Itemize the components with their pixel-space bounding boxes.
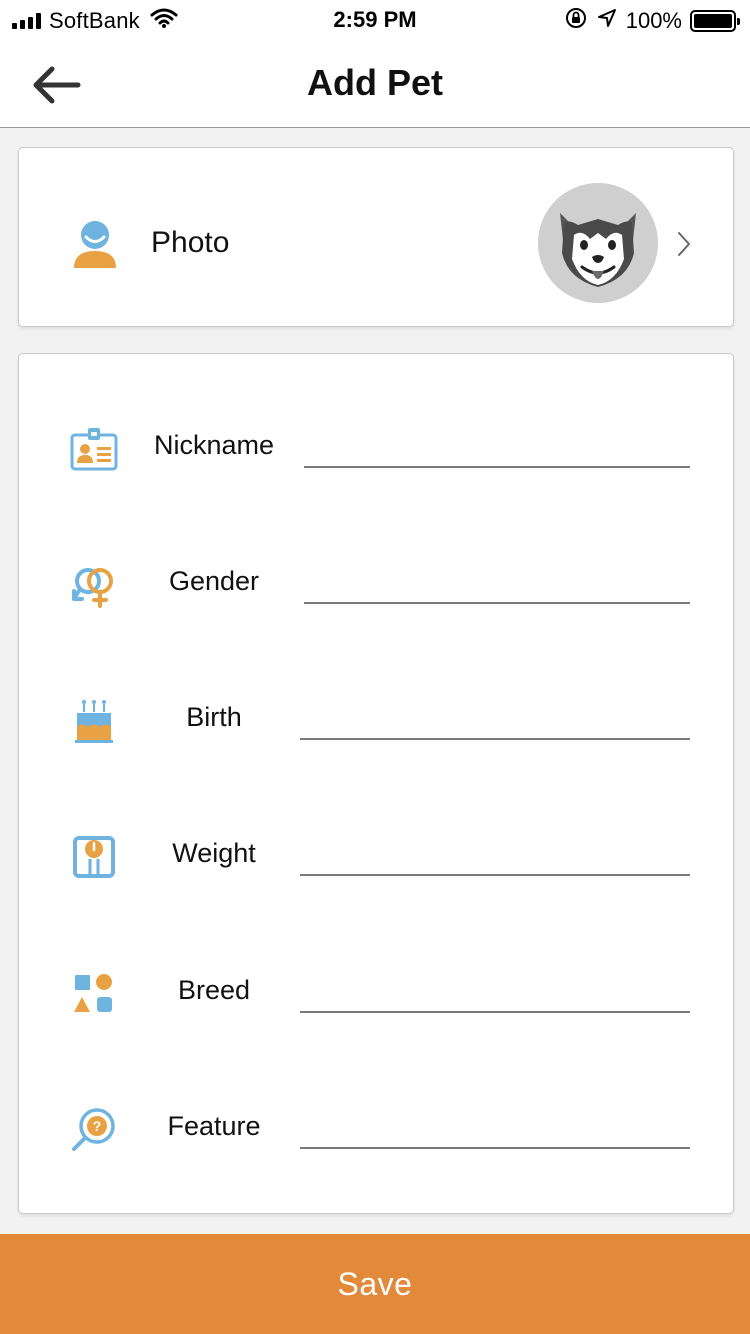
nickname-input[interactable] (304, 428, 690, 468)
gender-label: Gender (168, 566, 260, 596)
gender-icon (69, 560, 119, 610)
status-bar: SoftBank 2:59 PM 100% (0, 0, 750, 40)
birth-label: Birth (186, 702, 242, 732)
svg-text:?: ? (93, 1118, 102, 1134)
save-button[interactable]: Save (0, 1234, 750, 1334)
field-row-birth: Birth (19, 678, 735, 758)
page-title: Add Pet (306, 62, 443, 103)
gender-input[interactable] (304, 564, 690, 604)
field-row-gender: Gender (19, 542, 735, 622)
field-row-breed: Breed (19, 951, 735, 1031)
search-question-icon: ? (69, 1105, 119, 1155)
nickname-label: Nickname (153, 430, 275, 460)
battery-percent: 100% (625, 8, 682, 33)
pet-info-form: Nickname Gender Birth Weight Breed ? Fea… (18, 353, 734, 1214)
photo-row[interactable]: Photo (18, 147, 734, 327)
status-right: 100% (564, 6, 740, 36)
field-row-weight: Weight (19, 814, 735, 894)
field-row-feature: ? Feature (19, 1087, 735, 1167)
feature-label: Feature (167, 1111, 261, 1141)
field-row-nickname: Nickname (19, 406, 735, 486)
weight-input[interactable] (300, 836, 690, 876)
breed-input[interactable] (300, 973, 690, 1013)
location-arrow-icon (596, 7, 618, 35)
birthday-cake-icon (69, 696, 119, 746)
orientation-lock-icon (564, 6, 588, 36)
birth-input[interactable] (300, 700, 690, 740)
weight-label: Weight (172, 838, 256, 868)
dog-avatar[interactable] (538, 183, 658, 303)
battery-icon (690, 10, 740, 32)
chevron-right-icon (675, 230, 693, 263)
breed-label: Breed (177, 975, 251, 1005)
shapes-icon (69, 969, 119, 1019)
person-icon (71, 220, 119, 275)
scale-icon (69, 832, 119, 882)
feature-input[interactable] (300, 1109, 690, 1149)
photo-label: Photo (151, 226, 230, 259)
nav-bar: Add Pet (0, 40, 750, 128)
id-card-icon (69, 424, 119, 474)
